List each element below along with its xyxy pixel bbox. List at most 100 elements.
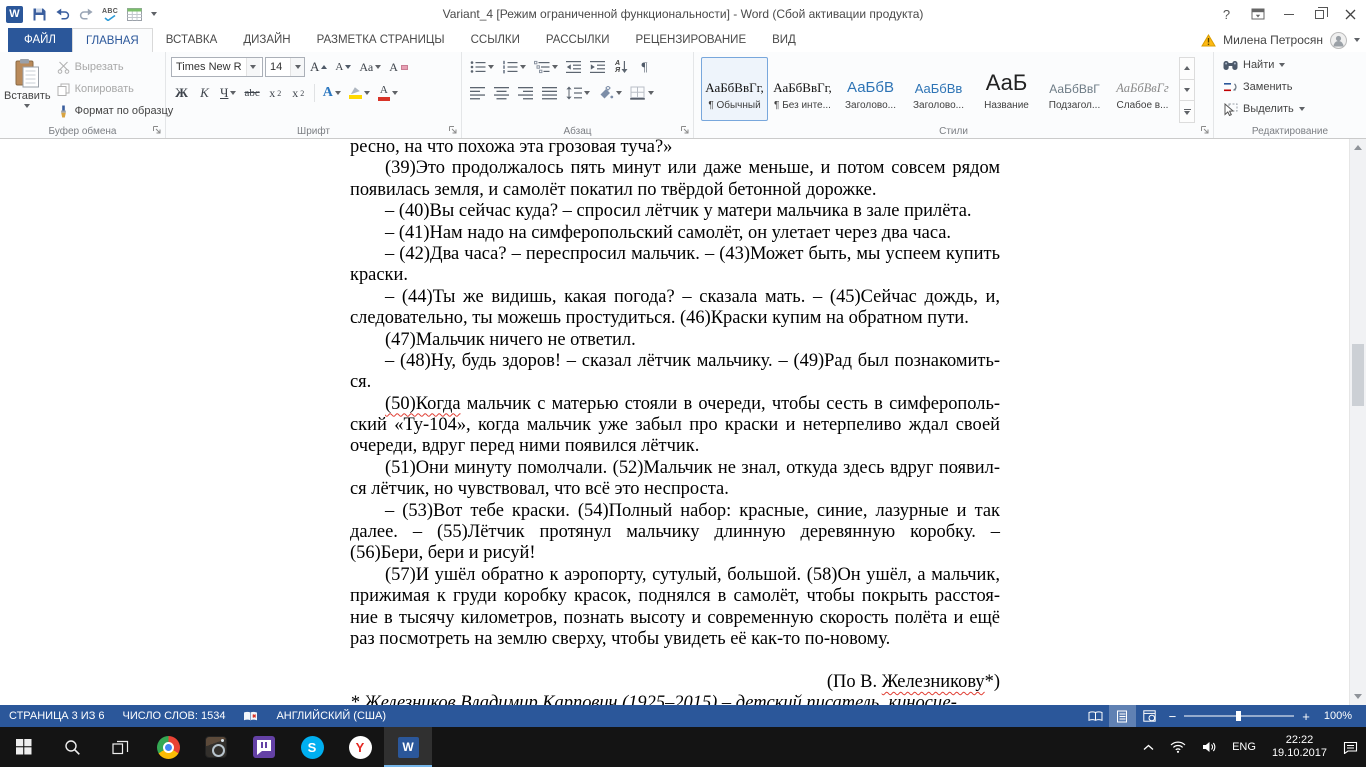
format-painter-button[interactable]: Формат по образцу — [52, 100, 179, 122]
scroll-up-button[interactable] — [1350, 139, 1366, 156]
copy-button[interactable]: Копировать — [52, 78, 179, 100]
zoom-slider-thumb[interactable] — [1236, 711, 1241, 721]
start-button[interactable] — [0, 727, 48, 767]
ribbon-display-options-button[interactable] — [1242, 0, 1273, 28]
show-marks-button[interactable]: ¶ — [634, 56, 655, 78]
tab-page-layout[interactable]: РАЗМЕТКА СТРАНИЦЫ — [304, 28, 458, 52]
bullets-button[interactable] — [467, 56, 497, 78]
tab-view[interactable]: ВИД — [759, 28, 809, 52]
underline-button[interactable]: Ч — [217, 82, 239, 104]
style-normal[interactable]: АаБбВвГг, ¶ Обычный — [701, 57, 768, 121]
replace-button[interactable]: Заменить — [1217, 76, 1363, 98]
network-status[interactable] — [1162, 727, 1194, 767]
yandex-taskbar-button[interactable]: Y — [336, 727, 384, 767]
tab-review[interactable]: РЕЦЕНЗИРОВАНИЕ — [623, 28, 760, 52]
font-name-combo[interactable]: Times New R — [171, 57, 263, 77]
account-area[interactable]: Милена Петросян — [1201, 28, 1360, 52]
qat-customize-caret-icon[interactable] — [151, 12, 157, 16]
language-indicator[interactable]: АНГЛИЙСКИЙ (США) — [267, 705, 395, 727]
italic-button[interactable]: К — [194, 82, 215, 104]
skype-taskbar-button[interactable]: S — [288, 727, 336, 767]
line-spacing-button[interactable] — [563, 82, 593, 104]
minimize-button[interactable] — [1273, 0, 1304, 28]
numbering-button[interactable] — [499, 56, 529, 78]
web-layout-button[interactable] — [1136, 705, 1163, 727]
clear-formatting-button[interactable]: А — [386, 56, 411, 78]
paste-button[interactable]: Вставить — [3, 54, 52, 120]
tab-insert[interactable]: ВСТАВКА — [153, 28, 231, 52]
align-left-button[interactable] — [467, 82, 489, 104]
find-button[interactable]: Найти — [1217, 54, 1363, 76]
tab-mailings[interactable]: РАССЫЛКИ — [533, 28, 623, 52]
word-taskbar-button[interactable]: W — [384, 727, 432, 767]
table-icon[interactable] — [127, 8, 142, 21]
zoom-slider[interactable] — [1184, 715, 1294, 717]
paragraph-dialog-launcher[interactable] — [680, 125, 690, 135]
clipboard-dialog-launcher[interactable] — [152, 125, 162, 135]
text-effects-button[interactable]: А — [320, 82, 344, 104]
tab-file[interactable]: ФАЙЛ — [8, 28, 72, 52]
help-button[interactable]: ? — [1211, 0, 1242, 28]
grow-font-button[interactable]: А — [307, 56, 330, 78]
tab-references[interactable]: ССЫЛКИ — [458, 28, 533, 52]
vertical-scrollbar[interactable] — [1349, 139, 1366, 705]
undo-icon[interactable] — [56, 8, 70, 20]
justify-button[interactable] — [539, 82, 561, 104]
save-icon[interactable] — [32, 7, 47, 22]
borders-button[interactable] — [627, 82, 657, 104]
action-center-button[interactable] — [1335, 727, 1366, 767]
instagram-taskbar-button[interactable] — [192, 727, 240, 767]
decrease-indent-button[interactable] — [563, 56, 585, 78]
bold-button[interactable]: Ж — [171, 82, 192, 104]
read-mode-button[interactable] — [1082, 705, 1109, 727]
shading-button[interactable] — [595, 82, 625, 104]
select-button[interactable]: Выделить — [1217, 98, 1363, 120]
multilevel-list-button[interactable] — [531, 56, 561, 78]
close-button[interactable] — [1335, 0, 1366, 28]
style-title[interactable]: АаБ Название — [973, 57, 1040, 121]
cut-button[interactable]: Вырезать — [52, 56, 179, 78]
taskbar-clock[interactable]: 22:22 19.10.2017 — [1264, 727, 1335, 767]
taskbar-search-button[interactable] — [48, 727, 96, 767]
scroll-down-button[interactable] — [1350, 688, 1366, 705]
zoom-in-button[interactable]: + — [1296, 709, 1316, 724]
subscript-button[interactable]: х2 — [265, 82, 286, 104]
style-heading1[interactable]: АаБбВ Заголово... — [837, 57, 904, 121]
align-center-button[interactable] — [491, 82, 513, 104]
volume-control[interactable] — [1194, 727, 1224, 767]
print-layout-button[interactable] — [1109, 705, 1136, 727]
style-no-spacing[interactable]: АаБбВвГг, ¶ Без инте... — [769, 57, 836, 121]
styles-more-button[interactable] — [1179, 100, 1195, 123]
font-color-button[interactable]: А — [375, 82, 401, 104]
chrome-taskbar-button[interactable] — [144, 727, 192, 767]
superscript-button[interactable]: х2 — [288, 82, 309, 104]
shrink-font-button[interactable]: А — [332, 56, 354, 78]
sort-button[interactable]: АЯ — [611, 56, 632, 78]
highlight-color-button[interactable] — [346, 82, 373, 104]
page-indicator[interactable]: СТРАНИЦА 3 ИЗ 6 — [0, 705, 114, 727]
style-subtle-emphasis[interactable]: АаБбВвГг Слабое в... — [1109, 57, 1176, 121]
word-count[interactable]: ЧИСЛО СЛОВ: 1534 — [114, 705, 235, 727]
font-dialog-launcher[interactable] — [448, 125, 458, 135]
strikethrough-button[interactable]: abc — [241, 82, 262, 104]
tab-home[interactable]: ГЛАВНАЯ — [72, 28, 153, 52]
change-case-button[interactable]: Аа — [356, 56, 384, 78]
styles-scroll-up-button[interactable] — [1179, 57, 1195, 79]
spelling-grammar-icon[interactable]: ABC — [102, 8, 118, 21]
tab-design[interactable]: ДИЗАЙН — [230, 28, 303, 52]
twitch-taskbar-button[interactable] — [240, 727, 288, 767]
proofing-status[interactable] — [234, 705, 267, 727]
increase-indent-button[interactable] — [587, 56, 609, 78]
document-page[interactable]: ресно, на что похожа эта грозовая туча?»… — [350, 139, 1000, 705]
task-view-button[interactable] — [96, 727, 144, 767]
style-heading2[interactable]: АаБбВв Заголово... — [905, 57, 972, 121]
styles-scroll-down-button[interactable] — [1179, 79, 1195, 101]
font-size-combo[interactable]: 14 — [265, 57, 305, 77]
style-subtitle[interactable]: АаБбВвГ Подзагол... — [1041, 57, 1108, 121]
zoom-level[interactable]: 100% — [1316, 710, 1362, 722]
zoom-out-button[interactable]: − — [1163, 709, 1183, 724]
scrollbar-thumb[interactable] — [1352, 344, 1364, 406]
keyboard-language[interactable]: ENG — [1224, 727, 1264, 767]
hidden-icons-button[interactable] — [1135, 727, 1162, 767]
styles-dialog-launcher[interactable] — [1200, 125, 1210, 135]
